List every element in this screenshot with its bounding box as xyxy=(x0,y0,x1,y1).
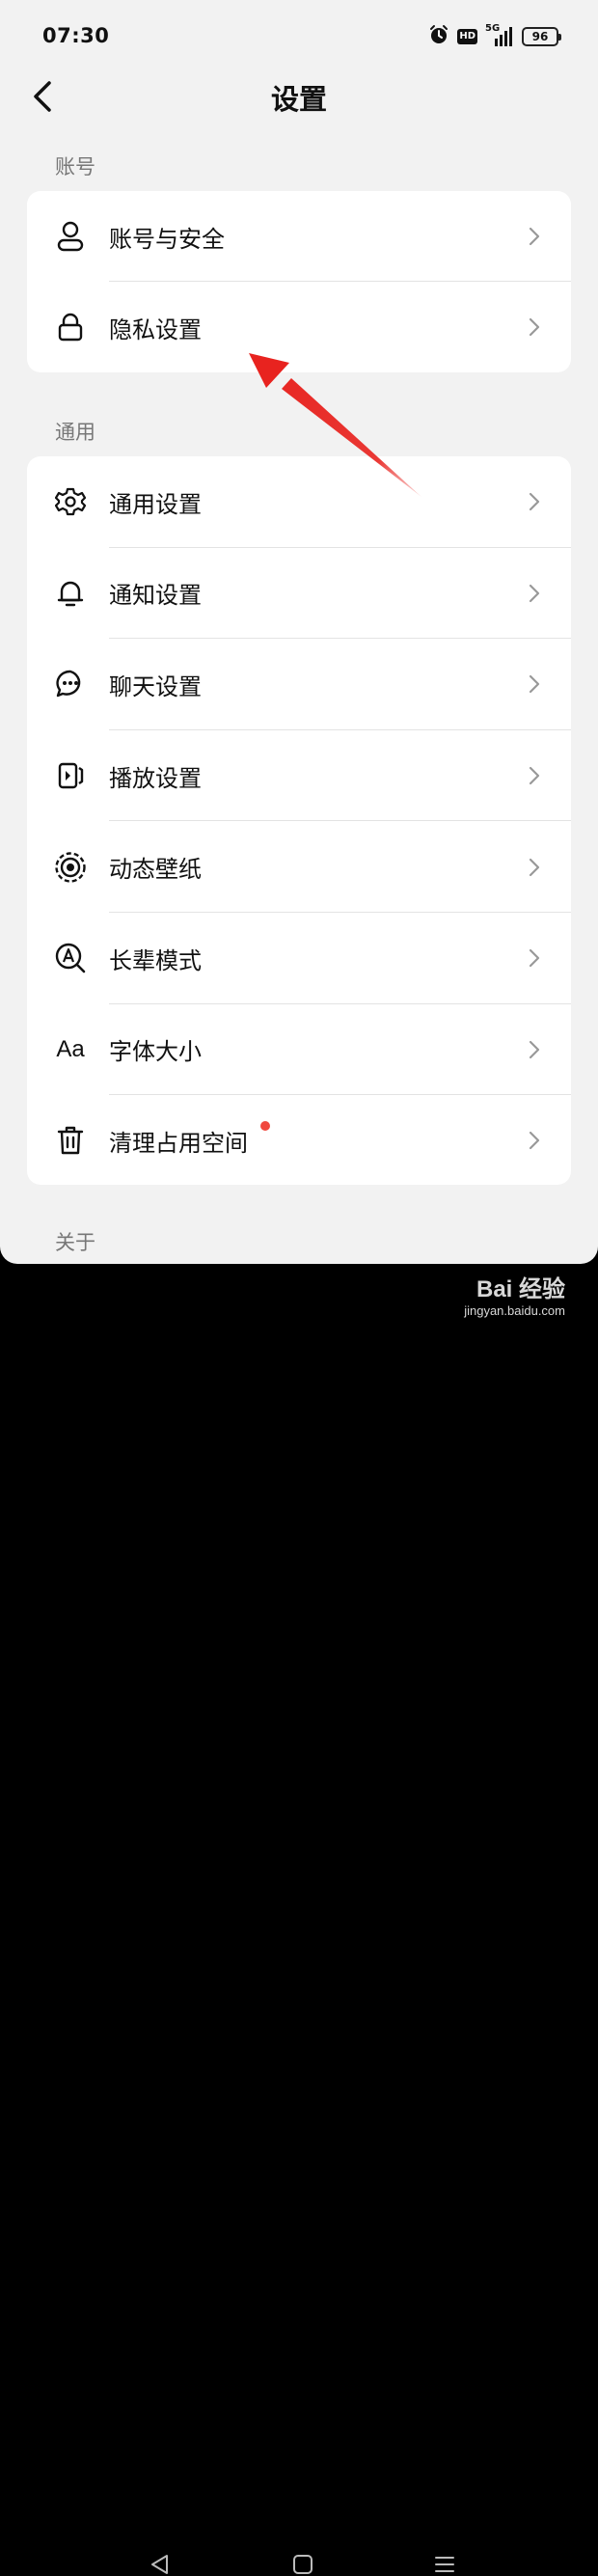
settings-item-chat[interactable]: 聊天设置 xyxy=(27,639,571,730)
gear-icon xyxy=(54,485,87,518)
signal-5g-icon: 5G xyxy=(485,23,514,48)
chevron-right-icon xyxy=(529,317,540,337)
back-triangle-icon[interactable] xyxy=(149,2553,172,2576)
section-label-account: 账号 xyxy=(55,155,95,178)
settings-item-privacy[interactable]: 隐私设置 xyxy=(27,282,571,372)
play-panel-icon xyxy=(54,759,87,792)
settings-item-font-size[interactable]: Aa 字体大小 xyxy=(27,1004,571,1096)
section-label-about: 关于 xyxy=(55,1231,95,1254)
watermark-logo: Bai 经验 xyxy=(476,1276,565,1302)
settings-item-label: 隐私设置 xyxy=(109,315,202,343)
chevron-right-icon xyxy=(529,584,540,602)
settings-item-playback[interactable]: 播放设置 xyxy=(27,730,571,822)
trash-icon xyxy=(54,1124,87,1157)
user-icon xyxy=(54,220,87,253)
settings-item-label: 长辈模式 xyxy=(109,946,202,974)
baidu-jingyan-watermark: Bai 经验 jingyan.baidu.com xyxy=(464,1270,565,1318)
wallpaper-target-icon xyxy=(54,851,87,884)
settings-item-label: 清理占用空间 xyxy=(109,1129,248,1157)
settings-screen: 07:30 HD 5G 96 设置 账号 账号与安全 隐私设置 通用 通用设置 … xyxy=(0,0,598,1264)
chevron-right-icon xyxy=(529,1132,540,1150)
chevron-right-icon xyxy=(529,493,540,511)
settings-item-label: 字体大小 xyxy=(109,1038,202,1066)
account-card: 账号与安全 隐私设置 xyxy=(27,191,571,372)
bell-icon xyxy=(54,577,87,610)
battery-icon: 96 xyxy=(522,27,561,46)
settings-item-label: 动态壁纸 xyxy=(109,856,202,884)
chat-bubble-icon xyxy=(54,668,87,700)
settings-item-live-wallpaper[interactable]: 动态壁纸 xyxy=(27,821,571,913)
section-label-general: 通用 xyxy=(55,421,95,444)
home-square-icon[interactable] xyxy=(291,2553,314,2576)
settings-item-label: 通用设置 xyxy=(109,490,202,518)
page-title: 设置 xyxy=(270,83,327,116)
lock-icon xyxy=(54,311,87,343)
settings-item-clear-storage[interactable]: 清理占用空间 xyxy=(27,1095,571,1185)
settings-item-notification[interactable]: 通知设置 xyxy=(27,548,571,640)
chevron-right-icon xyxy=(529,858,540,876)
chevron-right-icon xyxy=(529,227,540,246)
status-time: 07:30 xyxy=(42,24,110,47)
settings-item-elder-mode[interactable]: 长辈模式 xyxy=(27,913,571,1004)
chevron-right-icon xyxy=(529,766,540,785)
status-bar: 07:30 HD 5G 96 xyxy=(0,0,598,73)
hd-icon: HD xyxy=(457,29,477,44)
font-size-icon: Aa xyxy=(56,1035,85,1062)
new-badge-dot xyxy=(260,1121,270,1132)
chevron-right-icon xyxy=(529,675,540,694)
chevron-right-icon xyxy=(529,949,540,968)
settings-item-label: 账号与安全 xyxy=(109,225,225,253)
settings-item-label: 通知设置 xyxy=(109,582,202,610)
settings-item-general[interactable]: 通用设置 xyxy=(27,456,571,548)
battery-level: 96 xyxy=(531,30,549,43)
status-icons: HD 5G 96 xyxy=(428,23,561,49)
settings-item-label: 聊天设置 xyxy=(109,672,202,700)
settings-item-account-security[interactable]: 账号与安全 xyxy=(27,191,571,282)
settings-item-label: 播放设置 xyxy=(109,764,202,792)
alarm-icon xyxy=(428,24,449,49)
elder-mode-icon xyxy=(54,942,87,974)
chevron-right-icon xyxy=(529,1040,540,1058)
watermark-url: jingyan.baidu.com xyxy=(464,1303,565,1318)
menu-lines-icon[interactable] xyxy=(434,2555,455,2574)
general-card: 通用设置 通知设置 聊天设置 播放设置 动态壁纸 长辈模式 Aa 字体大小 清理… xyxy=(27,456,571,1185)
